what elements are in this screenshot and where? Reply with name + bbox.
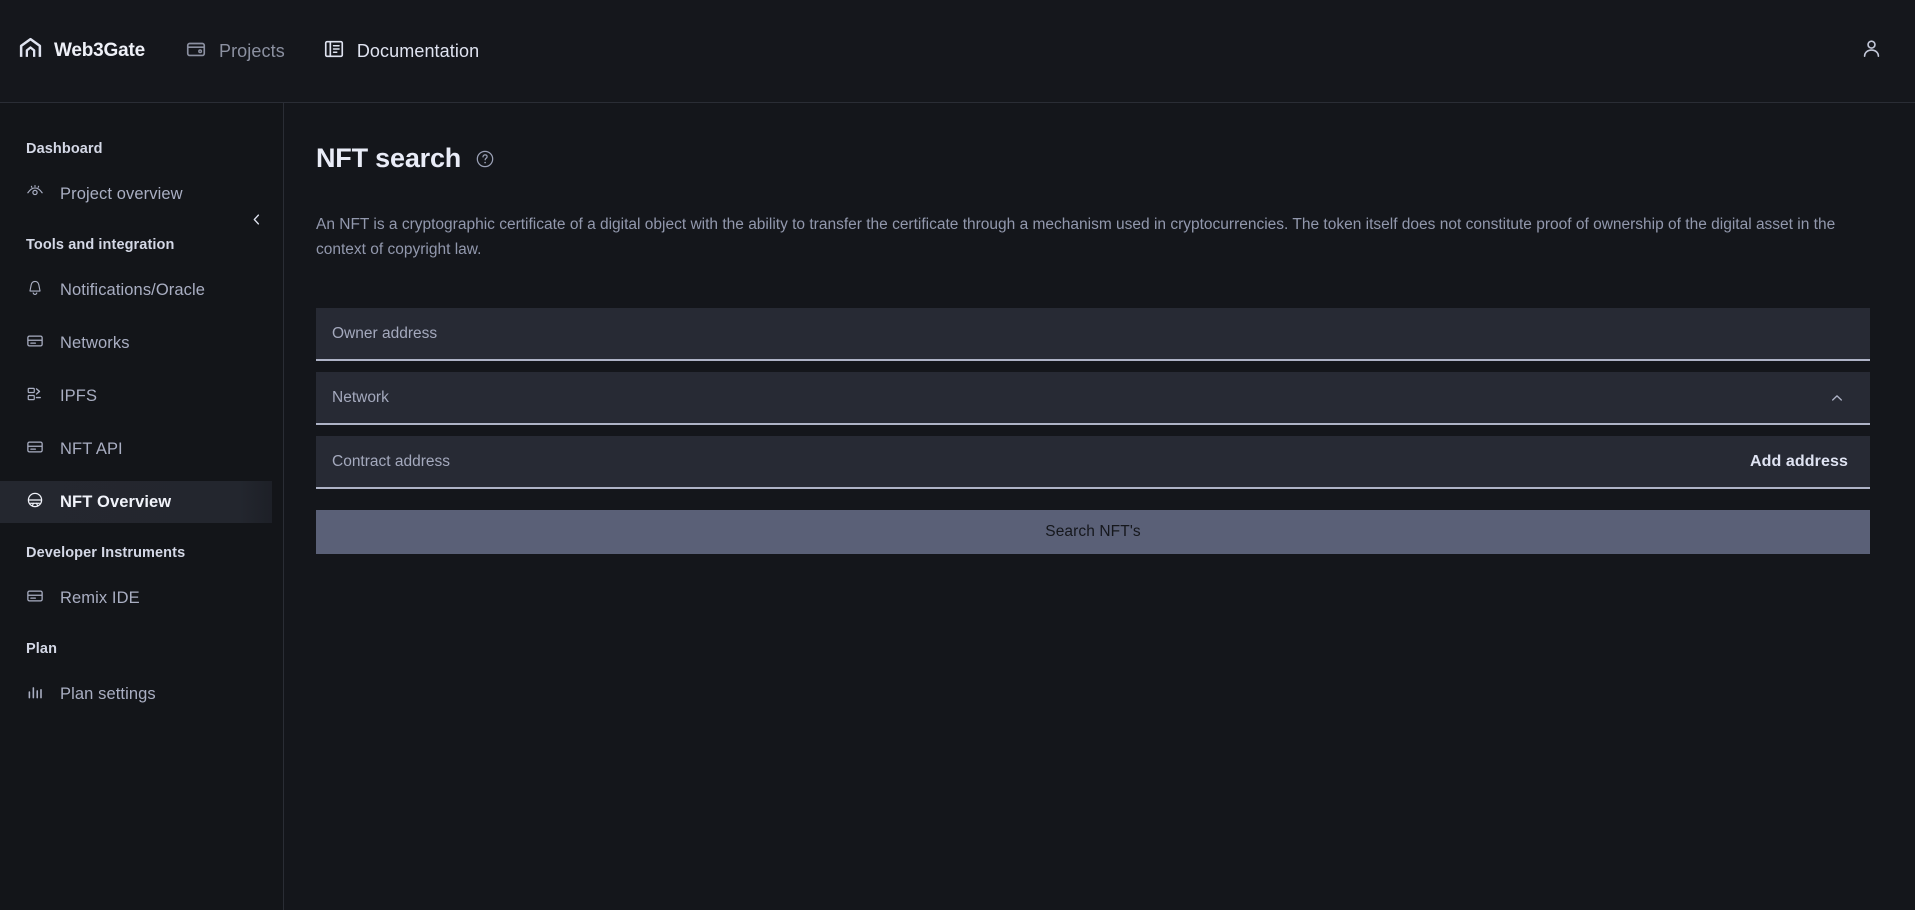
owner-address-placeholder: Owner address: [332, 324, 438, 342]
sidebar-collapse-button[interactable]: [243, 209, 269, 235]
sidebar-group-title-developer-instruments: Developer Instruments: [26, 545, 186, 561]
primary-nav: Projects Documentation: [185, 38, 479, 65]
sidebar-item-project-overview[interactable]: Project overview: [0, 173, 283, 215]
sidebar-group-developer-instruments: Developer Instruments Remix IDE: [0, 545, 283, 619]
sidebar-item-plan-settings-label: Plan settings: [60, 684, 156, 703]
question-mark-circle-icon[interactable]: [475, 149, 495, 169]
sidebar-group-title-tools: Tools and integration: [26, 237, 175, 253]
sidebar-item-nft-api[interactable]: NFT API: [0, 428, 283, 470]
body-container: Dashboard Project overview Tools and int…: [0, 103, 1915, 910]
sidebar-group-title-plan: Plan: [26, 641, 58, 657]
sidebar-group-plan: Plan Plan settings: [0, 641, 283, 715]
sidebar-item-ipfs[interactable]: IPFS: [0, 375, 283, 417]
ipfs-blocks-icon: [26, 385, 44, 408]
nav-item-documentation[interactable]: Documentation: [323, 38, 479, 65]
sidebar-item-ipfs-label: IPFS: [60, 386, 98, 405]
remix-ide-card-icon: [26, 587, 44, 610]
projects-wallet-icon: [185, 38, 207, 65]
page-title: NFT search: [316, 143, 462, 173]
sidebar-item-project-overview-label: Project overview: [60, 184, 183, 203]
sidebar-item-remix-ide-label: Remix IDE: [60, 588, 140, 607]
account-button[interactable]: [1851, 31, 1891, 71]
web3gate-logo-icon: [18, 36, 43, 66]
user-account-icon: [1860, 37, 1883, 65]
sidebar-item-notifications-oracle-label: Notifications/Oracle: [60, 280, 206, 299]
chevron-up-icon[interactable]: [1826, 387, 1848, 409]
network-card-icon: [26, 332, 44, 355]
sidebar: Dashboard Project overview Tools and int…: [0, 103, 284, 910]
sidebar-item-remix-ide[interactable]: Remix IDE: [0, 577, 283, 619]
main-content: NFT search An NFT is a cryptographic cer…: [284, 103, 1915, 910]
brand-home-link[interactable]: Web3Gate: [18, 36, 145, 66]
bar-chart-icon: [26, 683, 44, 706]
nav-item-projects-label: Projects: [218, 40, 285, 61]
topbar-right-actions: [1851, 31, 1891, 71]
page-description: An NFT is a cryptographic certificate of…: [316, 216, 1836, 258]
search-nfts-button[interactable]: Search NFT's: [316, 510, 1870, 554]
sidebar-item-plan-settings[interactable]: Plan settings: [0, 673, 283, 715]
sidebar-item-nft-api-label: NFT API: [60, 439, 123, 458]
api-card-icon: [26, 438, 44, 461]
contract-address-placeholder: Contract address: [332, 452, 451, 470]
nft-search-form: Owner address Network Contract address A…: [316, 308, 1870, 554]
chevron-left-icon: [249, 212, 264, 232]
nft-overview-icon: [26, 491, 44, 514]
contract-address-field[interactable]: Contract address Add address: [316, 436, 1870, 489]
sidebar-item-nft-overview-label: NFT Overview: [60, 492, 172, 511]
sidebar-item-notifications-oracle[interactable]: Notifications/Oracle: [0, 269, 283, 311]
owner-address-field[interactable]: Owner address: [316, 308, 1870, 361]
sidebar-group-title-dashboard: Dashboard: [26, 141, 103, 157]
app-root: Web3Gate Projects Documentation Dashboar…: [0, 0, 1915, 910]
network-placeholder: Network: [332, 388, 389, 406]
sidebar-item-nft-overview[interactable]: NFT Overview: [0, 481, 272, 523]
eye-icon: [26, 183, 44, 206]
nav-item-documentation-label: Documentation: [356, 40, 480, 61]
sidebar-group-tools: Tools and integration Notifications/Orac…: [0, 237, 283, 523]
brand-name: Web3Gate: [54, 40, 145, 61]
sidebar-item-networks-label: Networks: [60, 333, 130, 352]
sidebar-item-networks[interactable]: Networks: [0, 322, 283, 364]
network-select-field[interactable]: Network: [316, 372, 1870, 425]
top-navigation-bar: Web3Gate Projects Documentation: [0, 0, 1915, 103]
documentation-book-icon: [323, 38, 345, 65]
page-header: NFT search: [316, 143, 1870, 174]
add-address-button[interactable]: Add address: [1750, 453, 1848, 471]
nav-item-projects[interactable]: Projects: [185, 38, 285, 65]
sidebar-group-dashboard: Dashboard Project overview: [0, 141, 283, 215]
bell-icon: [26, 279, 44, 302]
